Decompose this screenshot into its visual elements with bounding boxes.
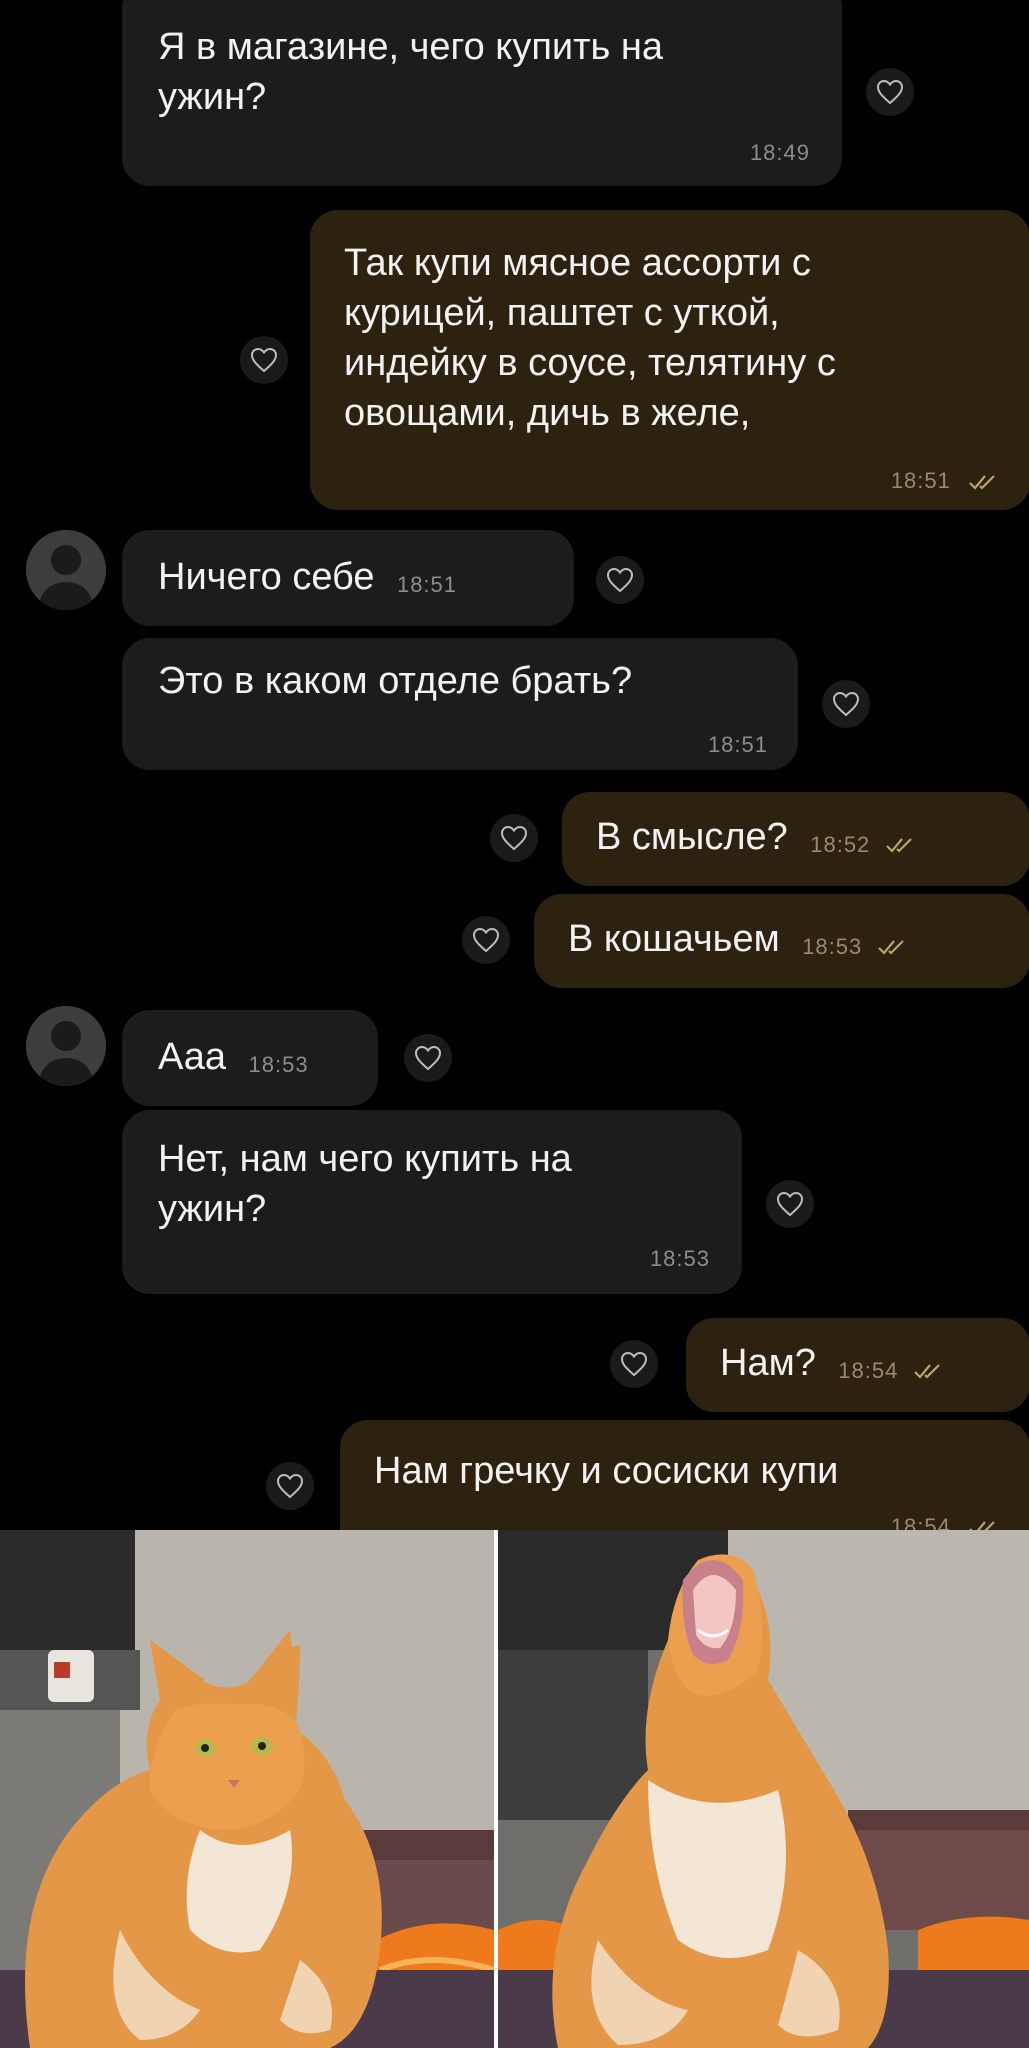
- heart-icon[interactable]: [866, 68, 914, 116]
- message-text: Нам гречку и сосиски купи: [374, 1450, 839, 1492]
- message-bubble-incoming[interactable]: Я в магазине, чего купить на ужин? 18:49: [122, 0, 842, 186]
- message-row: Нам? 18:54: [720, 1338, 945, 1388]
- heart-icon[interactable]: [766, 1180, 814, 1228]
- message-time: 18:53: [649, 1246, 710, 1271]
- message-row: В смысле? 18:52: [596, 812, 917, 862]
- message-row: Ничего себе 18:51: [158, 552, 457, 602]
- message-time: 18:52: [810, 831, 871, 857]
- heart-icon[interactable]: [596, 556, 644, 604]
- message-bubble-outgoing[interactable]: Нам гречку и сосиски купи 18:54: [340, 1420, 1029, 1530]
- message-text: Нам?: [720, 1342, 816, 1384]
- message-bubble-incoming[interactable]: Это в каком отделе брать? 18:51: [122, 638, 798, 770]
- message-row: Ааа 18:53: [158, 1032, 309, 1082]
- meme-photos: [0, 1530, 1029, 2048]
- message-time: 18:54: [838, 1357, 899, 1383]
- message-text: В смысле?: [596, 816, 788, 858]
- message-time-row: 18:51: [891, 468, 1000, 494]
- heart-icon[interactable]: [490, 814, 538, 862]
- message-text: Ничего себе: [158, 556, 375, 598]
- message-time: 18:53: [248, 1051, 309, 1077]
- heart-icon[interactable]: [822, 680, 870, 728]
- default-avatar-icon[interactable]: [26, 530, 106, 610]
- heart-icon[interactable]: [266, 1462, 314, 1510]
- message-time: 18:53: [802, 933, 863, 959]
- heart-icon[interactable]: [462, 916, 510, 964]
- message-text: Нет, нам чего купить на ужин?: [158, 1138, 572, 1230]
- double-check-icon: [968, 1519, 1000, 1530]
- message-bubble-incoming[interactable]: Ааа 18:53: [122, 1010, 378, 1106]
- message-text: В кошачьем: [568, 918, 780, 960]
- heart-icon[interactable]: [404, 1034, 452, 1082]
- cat-sitting-photo: [0, 1530, 494, 2048]
- message-bubble-outgoing[interactable]: Нам? 18:54: [686, 1318, 1029, 1412]
- message-bubble-incoming[interactable]: Ничего себе 18:51: [122, 530, 574, 626]
- message-text: Это в каком отделе брать?: [158, 660, 633, 702]
- message-text: Я в магазине, чего купить на ужин?: [158, 26, 664, 118]
- message-time: 18:54: [890, 1514, 951, 1530]
- double-check-icon: [885, 836, 917, 854]
- message-bubble-outgoing[interactable]: Так купи мясное ассорти с курицей, паште…: [310, 210, 1029, 510]
- heart-icon[interactable]: [610, 1340, 658, 1388]
- chat-screen: Я в магазине, чего купить на ужин? 18:49…: [0, 0, 1029, 1530]
- message-text: Ааа: [158, 1036, 227, 1078]
- message-row: В кошачьем 18:53: [568, 914, 909, 964]
- message-bubble-outgoing[interactable]: В кошачьем 18:53: [534, 894, 1029, 988]
- cat-yawning-photo: [498, 1530, 1029, 2048]
- message-time: 18:51: [890, 468, 951, 493]
- message-time-row: 18:54: [891, 1514, 1000, 1530]
- message-bubble-incoming[interactable]: Нет, нам чего купить на ужин? 18:53: [122, 1110, 742, 1294]
- double-check-icon: [913, 1362, 945, 1380]
- message-time: 18:51: [707, 732, 768, 757]
- default-avatar-icon[interactable]: [26, 1006, 106, 1086]
- message-bubble-outgoing[interactable]: В смысле? 18:52: [562, 792, 1029, 886]
- message-time: 18:51: [396, 571, 458, 597]
- message-text: Так купи мясное ассорти с курицей, паште…: [344, 242, 836, 434]
- double-check-icon: [968, 473, 1000, 491]
- double-check-icon: [877, 938, 909, 956]
- heart-icon[interactable]: [240, 336, 288, 384]
- message-time: 18:49: [749, 140, 810, 165]
